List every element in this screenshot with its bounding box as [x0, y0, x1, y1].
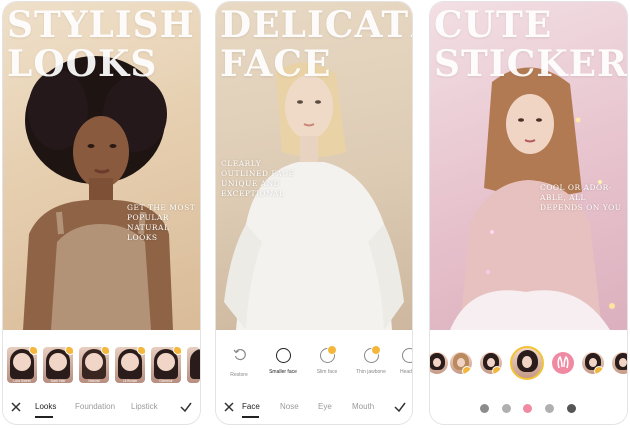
- tab-face[interactable]: Face: [242, 402, 260, 411]
- look-thumbnail[interactable]: Natural: [79, 347, 109, 383]
- premium-badge-icon: [137, 347, 145, 355]
- panel-stylish-looks: STYLISH LOOKS GET THE MOST POPULAR NATUR…: [3, 2, 200, 424]
- premium-badge-icon: [173, 347, 181, 355]
- check-icon[interactable]: [393, 400, 407, 414]
- premium-badge-icon: [327, 345, 337, 355]
- premium-badge-icon: [29, 347, 37, 355]
- tool-thin-jawbone[interactable]: Thin jawbone: [352, 345, 390, 375]
- category-dot[interactable]: [480, 404, 489, 413]
- photo-model-curly-hair: STYLISH LOOKS GET THE MOST POPULAR NATUR…: [3, 2, 200, 330]
- sticker-thumbnail[interactable]: [450, 352, 472, 374]
- tool-slim-face[interactable]: Slim face: [308, 345, 346, 375]
- restore-icon: [233, 348, 246, 361]
- premium-badge-icon: [65, 347, 73, 355]
- tool-smaller-face[interactable]: Smaller face: [264, 348, 302, 375]
- headline: CUTE STICKERS: [434, 4, 627, 85]
- look-thumbnail[interactable]: Glamour: [151, 347, 181, 383]
- look-thumbnail[interactable]: Dark Hair: [43, 347, 73, 383]
- headline: DELICATE FACE: [220, 4, 412, 85]
- panel-delicate-face: DELICATE FACE CLEARLY OUTLINED FACE UNIQ…: [216, 2, 412, 424]
- category-dot-active[interactable]: [523, 404, 532, 413]
- premium-badge-icon: [492, 366, 502, 374]
- close-icon[interactable]: [9, 400, 23, 414]
- face-toolbar: Restore Smaller face Slim face Thin jawb…: [216, 330, 412, 424]
- face-shape-icon: [275, 348, 291, 363]
- category-dot[interactable]: [502, 404, 511, 413]
- caption: CLEARLY OUTLINED FACE UNIQUE AND EXCEPTI…: [221, 159, 295, 198]
- check-icon[interactable]: [179, 400, 193, 414]
- sticker-thumbnail[interactable]: [480, 352, 502, 374]
- close-icon[interactable]: [222, 400, 236, 414]
- tab-mouth[interactable]: Mouth: [352, 402, 374, 411]
- look-thumbnails: Lola Sweet Dark Hair Natural Lil Brown G…: [3, 347, 200, 391]
- sticker-toolbar: [430, 330, 627, 424]
- bottom-bar: Face Nose Eye Mouth: [216, 397, 412, 419]
- sticker-thumbnails: [430, 346, 627, 388]
- bottom-bar: Looks Foundation Lipstick: [3, 397, 200, 419]
- look-thumbnail[interactable]: Lil Brown: [115, 347, 145, 383]
- caption: COOL OR ADOR- ABLE, ALL DEPENDS ON YOU: [540, 183, 622, 212]
- sticker-thumbnail-selected[interactable]: [510, 346, 544, 380]
- sticker-thumbnail[interactable]: [612, 352, 627, 374]
- look-thumbnail[interactable]: Lola Sweet: [7, 347, 37, 383]
- category-dot[interactable]: [545, 404, 554, 413]
- photo-model-white-dress: DELICATE FACE CLEARLY OUTLINED FACE UNIQ…: [216, 2, 412, 330]
- category-dot[interactable]: [567, 404, 576, 413]
- premium-badge-icon: [594, 366, 604, 374]
- premium-badge-icon: [101, 347, 109, 355]
- tool-restore[interactable]: Restore: [220, 348, 258, 378]
- face-shape-icon: [402, 348, 412, 363]
- sticker-thumbnail[interactable]: [430, 352, 448, 374]
- tab-looks[interactable]: Looks: [35, 402, 56, 411]
- active-tab-indicator: [35, 416, 53, 418]
- panel-cute-stickers: CUTE STICKERS COOL OR ADOR- ABLE, ALL DE…: [430, 2, 627, 424]
- tab-lipstick[interactable]: Lipstick: [131, 402, 158, 411]
- photo-model-stickers: CUTE STICKERS COOL OR ADOR- ABLE, ALL DE…: [430, 2, 627, 330]
- tab-foundation[interactable]: Foundation: [75, 402, 115, 411]
- caption: GET THE MOST POPULAR NATURAL LOOKS: [127, 203, 196, 242]
- look-thumbnail[interactable]: [187, 347, 200, 383]
- headline: STYLISH LOOKS: [7, 4, 195, 85]
- bunny-ears-icon: [557, 355, 569, 369]
- tool-head[interactable]: Head: [394, 348, 412, 375]
- sticker-thumbnail[interactable]: [582, 352, 604, 374]
- tab-eye[interactable]: Eye: [318, 402, 332, 411]
- sticker-thumbnail[interactable]: [552, 352, 574, 374]
- face-tools: Restore Smaller face Slim face Thin jawb…: [216, 345, 412, 392]
- sticker-category-dots: [430, 401, 627, 417]
- premium-badge-icon: [462, 366, 472, 374]
- active-tab-indicator: [242, 416, 259, 418]
- tab-nose[interactable]: Nose: [280, 402, 299, 411]
- looks-toolbar: Lola Sweet Dark Hair Natural Lil Brown G…: [3, 330, 200, 424]
- premium-badge-icon: [371, 345, 381, 355]
